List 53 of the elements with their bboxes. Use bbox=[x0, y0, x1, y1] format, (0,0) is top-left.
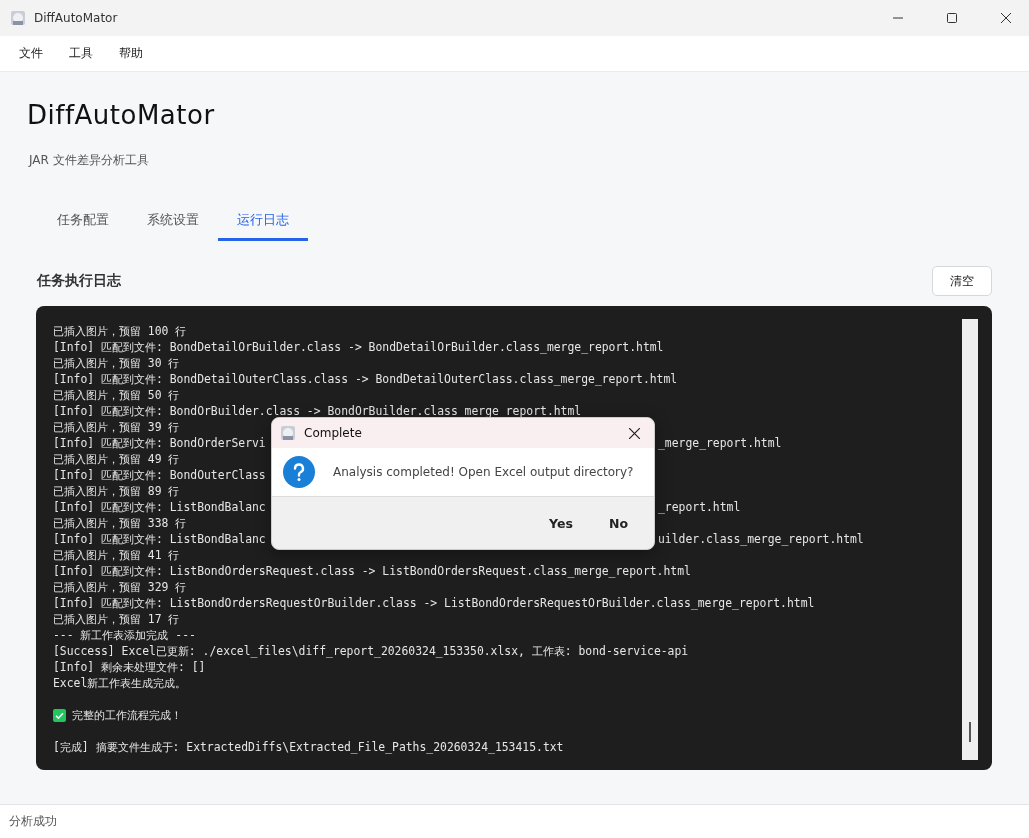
menu-item[interactable]: 文件 bbox=[19, 45, 43, 62]
log-line: 已插入图片，预留 17 行 bbox=[53, 611, 180, 627]
log-line: 已插入图片，预留 41 行 bbox=[53, 547, 180, 563]
maximize-icon bbox=[947, 13, 957, 23]
app-title: DiffAutoMator bbox=[27, 100, 216, 130]
log-line: 已插入图片，预留 100 行 bbox=[53, 323, 187, 339]
log-line: 已插入图片，预留 338 行 bbox=[53, 515, 187, 531]
clear-button[interactable]: 清空 bbox=[932, 266, 992, 296]
log-line: [Info] 匹配到文件: ListBondBalanc bbox=[53, 499, 266, 515]
question-icon bbox=[283, 456, 315, 488]
app-icon bbox=[280, 425, 296, 441]
log-line: [Info] 匹配到文件: ListBondOrdersRequestOrBuilder.class -> ListBondOrdersRequestOrBuilder.class_merge_report.html bbox=[53, 595, 815, 611]
dialog-button[interactable]: No bbox=[600, 511, 636, 535]
log-line: 已插入图片，预留 50 行 bbox=[53, 387, 180, 403]
scrollbar[interactable] bbox=[962, 319, 978, 760]
log-line: 完整的工作流程完成！ bbox=[72, 707, 182, 723]
log-line: [Info] 匹配到文件: ListBondBalanc bbox=[53, 531, 266, 547]
tab[interactable]: 系统设置 bbox=[128, 202, 218, 241]
log-line: Excel新工作表生成完成。 bbox=[53, 675, 187, 691]
log-line: 已插入图片，预留 89 行 bbox=[53, 483, 180, 499]
log-line: 已插入图片，预留 329 行 bbox=[53, 579, 187, 595]
check-icon bbox=[53, 708, 66, 722]
log-line: [Info] 匹配到文件: BondOrderServi bbox=[53, 435, 266, 451]
dialog-title: Complete bbox=[304, 426, 363, 440]
close-icon bbox=[1001, 13, 1011, 23]
log-line: uilder.class_merge_report.html bbox=[658, 531, 864, 547]
log-line: --- 新工作表添加完成 --- bbox=[53, 627, 196, 643]
log-line: _merge_report.html bbox=[658, 435, 782, 451]
log-line: 已插入图片，预留 49 行 bbox=[53, 451, 180, 467]
dialog-message: Analysis completed! Open Excel output directory? bbox=[333, 465, 634, 479]
log-line: [Info] 匹配到文件: BondOrBuilder.class -> BondOrBuilder.class_merge_report.html bbox=[53, 403, 582, 419]
menu-item[interactable]: 工具 bbox=[69, 45, 93, 62]
log-line: [Info] 剩余未处理文件: [] bbox=[53, 659, 206, 675]
dialog-button[interactable]: Yes bbox=[541, 511, 581, 535]
log-line: [完成] 摘要文件生成于: ExtractedDiffs\Extracted_File_Paths_20260324_153415.txt bbox=[53, 739, 564, 755]
app-subtitle: JAR 文件差异分析工具 bbox=[29, 152, 150, 169]
window-title: DiffAutoMator bbox=[34, 11, 119, 25]
status-text: 分析成功 bbox=[0, 804, 1029, 838]
log-line: [Info] 匹配到文件: ListBondOrdersRequest.class -> ListBondOrdersRequest.class_merge_report.html bbox=[53, 563, 691, 579]
log-line: 已插入图片，预留 39 行 bbox=[53, 419, 180, 435]
tab[interactable]: 任务配置 bbox=[38, 202, 128, 241]
log-line: [Info] 匹配到文件: BondDetailOrBuilder.class -> BondDetailOrBuilder.class_merge_report.html bbox=[53, 339, 664, 355]
tab[interactable]: 运行日志 bbox=[218, 202, 308, 241]
log-line: 已插入图片，预留 30 行 bbox=[53, 355, 180, 371]
section-heading: 任务执行日志 bbox=[37, 272, 121, 290]
scrollbar-thumb[interactable] bbox=[969, 722, 971, 742]
app-icon bbox=[10, 10, 26, 26]
menu-item[interactable]: 帮助 bbox=[119, 45, 143, 62]
log-line: [Success] Excel已更新: ./excel_files\diff_report_20260324_153350.xlsx, 工作表: bond-service-api bbox=[53, 643, 689, 659]
close-icon bbox=[628, 427, 640, 439]
log-line: [Info] 匹配到文件: BondOuterClass bbox=[53, 467, 266, 483]
log-line: [Info] 匹配到文件: BondDetailOuterClass.class -> BondDetailOuterClass.class_merge_report.html bbox=[53, 371, 678, 387]
log-line: _report.html bbox=[658, 499, 741, 515]
